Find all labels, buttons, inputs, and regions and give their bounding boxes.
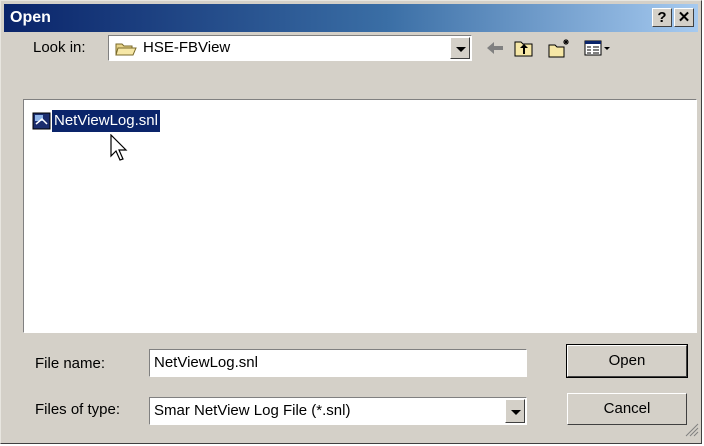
file-list[interactable]: NetViewLog.snl — [23, 99, 697, 333]
cancel-button[interactable]: Cancel — [567, 393, 687, 425]
back-arrow-icon[interactable] — [485, 37, 505, 59]
look-in-combo[interactable]: HSE-FBView — [108, 35, 472, 61]
chevron-down-icon — [456, 47, 466, 52]
file-name-label: File name: — [35, 355, 106, 372]
snl-file-icon — [32, 111, 52, 135]
chevron-down-icon — [511, 410, 521, 415]
up-one-level-icon[interactable] — [513, 37, 535, 59]
file-name-value: NetViewLog.snl — [154, 354, 258, 371]
dialog-title: Open — [10, 9, 51, 26]
close-button[interactable]: ✕ — [674, 8, 694, 27]
title-bar[interactable]: Open ? ✕ — [4, 4, 698, 32]
open-dialog: Open ? ✕ Look in: HSE-FBView NetViewLog.… — [0, 0, 702, 444]
files-of-type-value: Smar NetView Log File (*.snl) — [154, 402, 351, 419]
new-folder-icon[interactable] — [547, 37, 571, 59]
look-in-dropdown-button[interactable] — [450, 37, 470, 59]
file-name-field[interactable]: NetViewLog.snl — [149, 349, 527, 377]
file-name: NetViewLog.snl — [52, 110, 160, 132]
open-button[interactable]: Open — [566, 344, 688, 378]
look-in-label: Look in: — [33, 39, 86, 56]
files-of-type-label: Files of type: — [35, 401, 121, 418]
folder-open-icon — [115, 41, 137, 61]
files-of-type-dropdown-button[interactable] — [505, 399, 525, 423]
view-menu-icon[interactable] — [583, 37, 613, 59]
mouse-cursor-icon — [110, 133, 130, 168]
look-in-value: HSE-FBView — [143, 39, 231, 56]
files-of-type-combo[interactable]: Smar NetView Log File (*.snl) — [149, 397, 527, 425]
help-button[interactable]: ? — [652, 8, 672, 27]
resize-grip-icon[interactable] — [685, 423, 699, 441]
file-item[interactable]: NetViewLog.snl — [32, 110, 160, 134]
